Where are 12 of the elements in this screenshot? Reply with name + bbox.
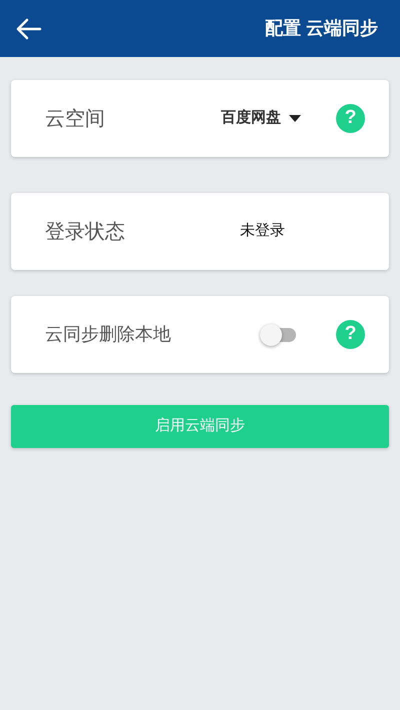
back-arrow-icon[interactable] — [16, 18, 42, 40]
setting-label: 云同步删除本地 — [45, 323, 172, 346]
cloud-dropdown[interactable]: 百度网盘 — [221, 107, 301, 130]
help-icon[interactable]: ? — [336, 320, 365, 349]
setting-label: 云空间 — [45, 106, 106, 132]
enable-sync-button[interactable]: 启用云端同步 — [11, 405, 389, 448]
caret-icon — [289, 115, 301, 122]
login-status: 未登录 — [240, 221, 285, 242]
help-icon[interactable]: ? — [336, 104, 365, 133]
page-title: 配置 云端同步 — [264, 17, 379, 40]
setting-label: 登录状态 — [45, 220, 126, 244]
toggle-switch[interactable] — [260, 324, 298, 346]
